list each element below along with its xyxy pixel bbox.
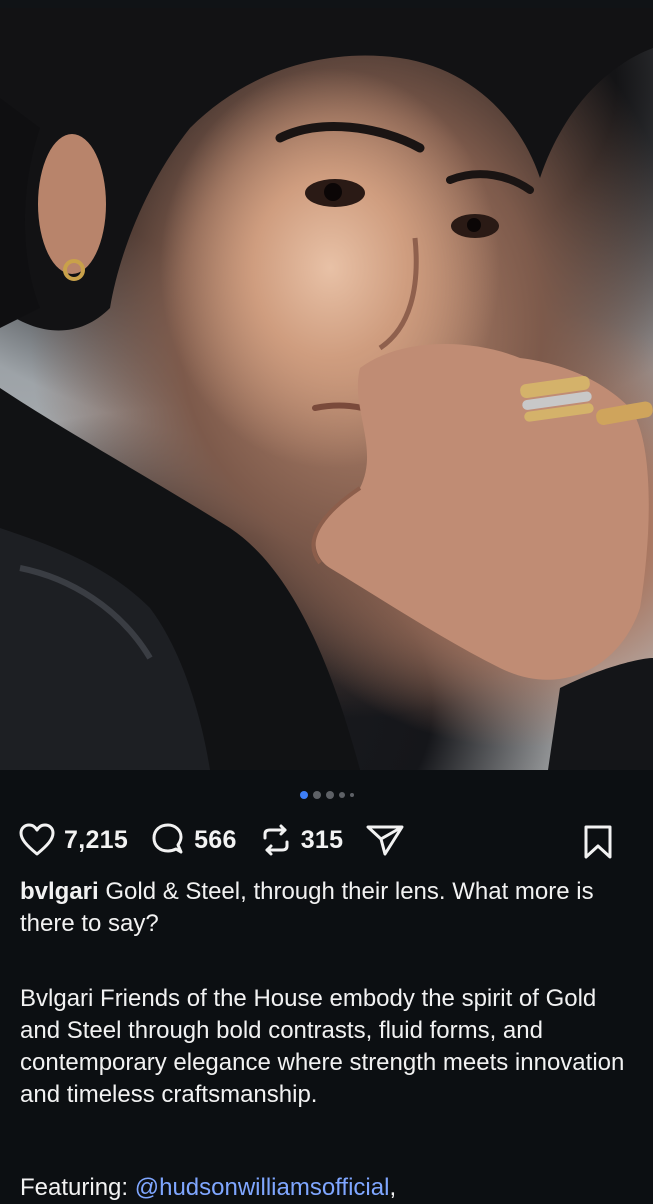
send-icon: [365, 823, 405, 857]
caption-text: Gold & Steel, through their lens. What m…: [20, 878, 594, 937]
featuring-line: Featuring: @hudsonwilliamsofficial,: [20, 1172, 635, 1204]
status-bar: [0, 0, 653, 8]
save-button[interactable]: [582, 824, 614, 865]
post-description: Bvlgari Friends of the House embody the …: [20, 985, 625, 1108]
portrait-illustration: [0, 8, 653, 770]
post-actions: 7,215 566 315: [18, 818, 638, 862]
comment-icon: [150, 822, 186, 858]
carousel-indicator[interactable]: [0, 788, 653, 802]
comment-button[interactable]: 566: [150, 822, 237, 858]
carousel-dot: [312, 791, 321, 799]
repost-button[interactable]: 315: [259, 823, 344, 857]
share-button[interactable]: [365, 823, 405, 857]
post-caption: bvlgari Gold & Steel, through their lens…: [20, 876, 630, 940]
carousel-dot: [349, 793, 354, 797]
carousel-dot-active: [299, 791, 308, 799]
like-count: 7,215: [64, 825, 129, 854]
mention-link[interactable]: @hudsonwilliamsofficial: [135, 1174, 390, 1201]
carousel-dot: [325, 791, 334, 799]
heart-icon: [18, 823, 56, 857]
post-photo[interactable]: [0, 8, 653, 770]
like-button[interactable]: 7,215: [18, 823, 128, 857]
repost-count: 315: [300, 825, 344, 854]
featuring-label: Featuring:: [20, 1174, 135, 1201]
repost-icon: [259, 823, 293, 857]
carousel-dot: [338, 792, 345, 798]
caption-username[interactable]: bvlgari: [20, 878, 99, 905]
bookmark-icon: [582, 824, 614, 860]
featuring-trail: ,: [389, 1174, 397, 1201]
comment-count: 566: [194, 825, 237, 854]
